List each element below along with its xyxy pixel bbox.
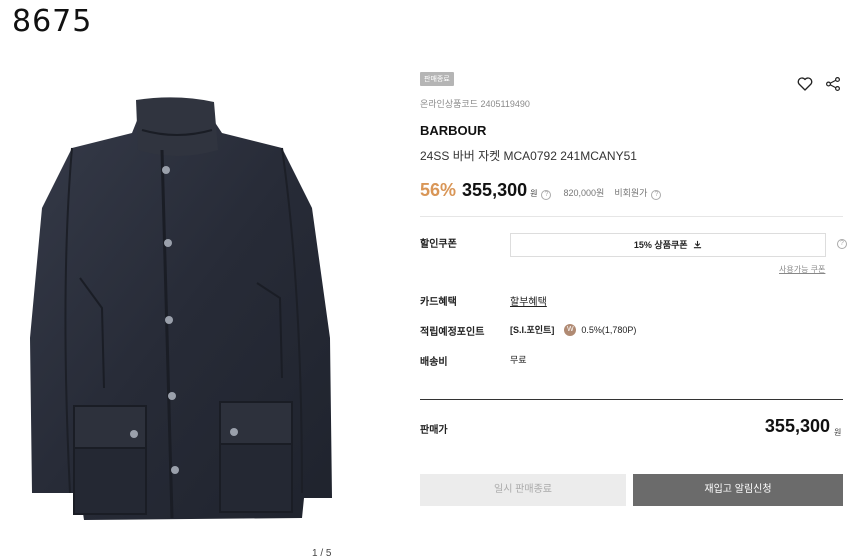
installment-link[interactable]: 할부혜택	[510, 293, 547, 308]
coupon-label: 할인쿠폰	[420, 239, 457, 250]
sale-currency: 원	[834, 428, 842, 437]
points-value: 0.5%(1,780P)	[581, 324, 637, 335]
image-counter: 1 / 5	[312, 548, 332, 559]
product-image[interactable]	[12, 88, 372, 558]
restock-alert-button[interactable]: 재입고 알림신청	[633, 474, 843, 506]
page-code: 8675	[12, 4, 93, 39]
shipping-label: 배송비	[420, 357, 448, 368]
points-info: [S.I.포인트] W 0.5%(1,780P)	[510, 323, 636, 336]
original-price: 820,000원	[563, 188, 605, 198]
help-icon[interactable]: ?	[837, 239, 847, 249]
brand-name[interactable]: BARBOUR	[420, 123, 486, 138]
coupon-button-label: 15% 상품쿠폰	[633, 240, 688, 250]
status-badge: 판매종료	[420, 72, 454, 86]
online-code-value: 2405119490	[480, 99, 530, 109]
sale-price-label: 판매가	[420, 425, 448, 436]
discount-rate: 56%	[420, 180, 457, 200]
point-icon: W	[564, 323, 577, 336]
divider	[420, 399, 843, 400]
card-benefit-label: 카드혜택	[420, 297, 457, 308]
product-name: 24SS 바버 자켓 MCA0792 241MCANY51	[420, 149, 637, 163]
coupon-download-button[interactable]: 15% 상품쿠폰	[510, 233, 826, 257]
available-coupons-link[interactable]: 사용가능 쿠폰	[779, 264, 825, 275]
share-icon[interactable]	[824, 75, 842, 93]
help-icon[interactable]: ?	[541, 190, 552, 200]
heart-icon[interactable]	[796, 75, 814, 93]
price-row: 56% 355,300 원 ? 820,000원 비회원가 ?	[420, 180, 662, 201]
online-code-label: 온라인상품코드	[420, 99, 478, 109]
jacket-image	[30, 97, 332, 520]
sale-price: 355,300	[764, 416, 830, 436]
online-code: 온라인상품코드 2405119490	[420, 97, 530, 110]
points-name: [S.I.포인트]	[510, 325, 555, 335]
product-actions	[796, 75, 842, 93]
points-label: 적립예정포인트	[420, 327, 485, 338]
shipping-value: 무료	[510, 355, 527, 365]
sold-out-button: 일시 판매종료	[420, 474, 626, 506]
help-icon[interactable]: ?	[651, 190, 662, 200]
divider	[420, 216, 843, 217]
download-icon	[690, 240, 702, 250]
member-price-label: 비회원가	[614, 188, 648, 198]
currency-label: 원	[530, 189, 538, 198]
current-price: 355,300	[462, 180, 528, 200]
